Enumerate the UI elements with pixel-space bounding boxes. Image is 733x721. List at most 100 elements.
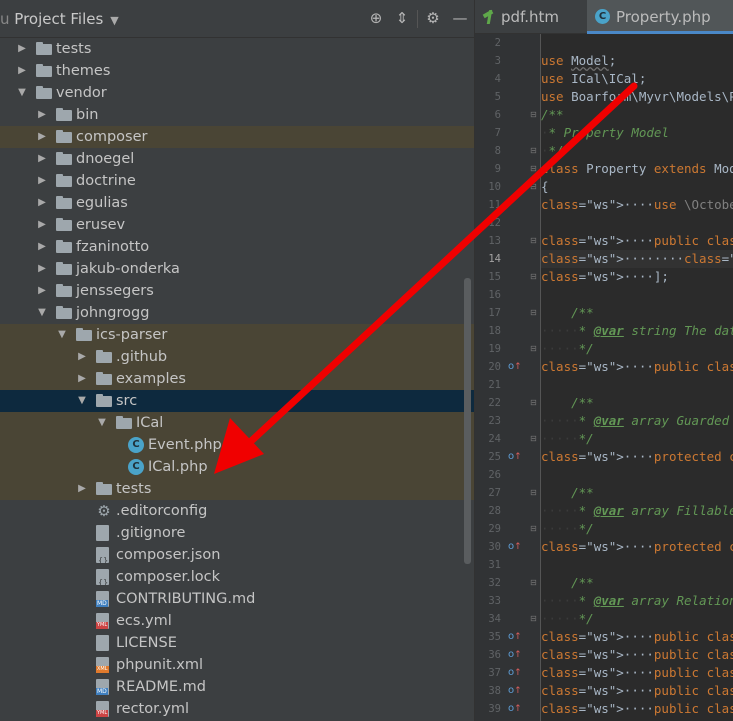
tree-item-ical[interactable]: ▼ ICal: [0, 412, 474, 434]
fold-marker-icon[interactable]: ⊟: [530, 574, 537, 592]
tree-item-examples[interactable]: ▶ examples: [0, 368, 474, 390]
project-view-selector[interactable]: u Project Files ▼: [0, 10, 119, 28]
overrides-icon[interactable]: o↑: [508, 700, 522, 718]
code-line[interactable]: class="ws">········class="str">'link_ica…: [541, 250, 733, 268]
collapsed-arrow-icon[interactable]: ▶: [76, 478, 88, 500]
tree-item-editorconfig[interactable]: ⚙ .editorconfig: [0, 500, 474, 522]
fold-marker-icon[interactable]: ⊟: [530, 304, 537, 322]
code-line[interactable]: class="ws">····public class="var">$belon…: [541, 664, 733, 682]
tree-item-egulias[interactable]: ▶ egulias: [0, 192, 474, 214]
tree-item-event-php[interactable]: C Event.php: [0, 434, 474, 456]
tree-item-jenssegers[interactable]: ▶ jenssegers: [0, 280, 474, 302]
fold-marker-icon[interactable]: ⊟: [530, 142, 537, 160]
expanded-arrow-icon[interactable]: ▼: [96, 412, 108, 434]
overrides-icon[interactable]: o↑: [508, 538, 522, 556]
code-line[interactable]: use Model;: [541, 52, 733, 70]
tree-item-rector-yml[interactable]: rector.yml: [0, 698, 474, 720]
tree-item-gitignore[interactable]: .gitignore: [0, 522, 474, 544]
tree-item-themes[interactable]: ▶ themes: [0, 60, 474, 82]
locate-target-icon[interactable]: ⊕: [366, 8, 386, 28]
tree-item-vendor[interactable]: ▼ vendor: [0, 82, 474, 104]
code-line[interactable]: class="ws">····public class="var">$rules…: [541, 232, 733, 250]
tree-item-contributing-md[interactable]: CONTRIBUTING.md: [0, 588, 474, 610]
code-line[interactable]: class="ws">····public class="var">$hasOn…: [541, 628, 733, 646]
tree-item-tests[interactable]: ▶ tests: [0, 38, 474, 60]
code-line[interactable]: class="ws">····public class="var">$belon…: [541, 682, 733, 700]
tree-item-fzaninotto[interactable]: ▶ fzaninotto: [0, 236, 474, 258]
code-line[interactable]: ·····* @var array Guarded fi: [541, 412, 733, 430]
collapsed-arrow-icon[interactable]: ▶: [36, 126, 48, 148]
code-line[interactable]: ·····* @var array Fillable: [541, 502, 733, 520]
collapsed-arrow-icon[interactable]: ▶: [36, 170, 48, 192]
code-line[interactable]: {: [541, 178, 733, 196]
code-line[interactable]: class="ws">····use \October\Rain\Databa: [541, 196, 733, 214]
tree-item-src[interactable]: ▼ src: [0, 390, 474, 412]
code-line[interactable]: class="ws">····protected class="var">$gu…: [541, 448, 733, 466]
overrides-icon[interactable]: o↑: [508, 448, 522, 466]
code-line[interactable]: /**: [541, 394, 733, 412]
overrides-icon[interactable]: o↑: [508, 646, 522, 664]
collapsed-arrow-icon[interactable]: ▶: [76, 346, 88, 368]
collapsed-arrow-icon[interactable]: ▶: [36, 148, 48, 170]
tree-item-erusev[interactable]: ▶ erusev: [0, 214, 474, 236]
tree-item-phpunit-xml[interactable]: phpunit.xml: [0, 654, 474, 676]
code-line[interactable]: ·* Property Model: [541, 124, 733, 142]
code-line[interactable]: [541, 214, 733, 232]
overrides-icon[interactable]: o↑: [508, 682, 522, 700]
collapsed-arrow-icon[interactable]: ▶: [36, 280, 48, 302]
tree-item-ical-php[interactable]: C ICal.php: [0, 456, 474, 478]
collapsed-arrow-icon[interactable]: ▶: [36, 192, 48, 214]
tree-item-github[interactable]: ▶ .github: [0, 346, 474, 368]
code-line[interactable]: class="ws">····public class="var">$table…: [541, 358, 733, 376]
fold-marker-icon[interactable]: ⊟: [530, 160, 537, 178]
code-line[interactable]: class="ws">····public class="var">$morph…: [541, 700, 733, 718]
tree-item-composer[interactable]: ▶ composer: [0, 126, 474, 148]
code-line[interactable]: [541, 286, 733, 304]
code-line[interactable]: ·····* @var array Relations: [541, 592, 733, 610]
gear-icon[interactable]: ⚙: [423, 8, 443, 28]
tree-item-ecs-yml[interactable]: ecs.yml: [0, 610, 474, 632]
code-line[interactable]: [541, 466, 733, 484]
code-line[interactable]: class Property extends Model: [541, 160, 733, 178]
code-line[interactable]: class="ws">····public class="var">$hasMa…: [541, 646, 733, 664]
overrides-icon[interactable]: o↑: [508, 358, 522, 376]
fold-marker-icon[interactable]: ⊟: [530, 520, 537, 538]
code-editor[interactable]: use Model; use ICal\ICal; use Boarform\Myv…: [541, 34, 733, 721]
fold-marker-icon[interactable]: ⊟: [530, 484, 537, 502]
tree-item-license[interactable]: LICENSE: [0, 632, 474, 654]
code-line[interactable]: ·····*/: [541, 610, 733, 628]
overrides-icon[interactable]: o↑: [508, 628, 522, 646]
tree-item-doctrine[interactable]: ▶ doctrine: [0, 170, 474, 192]
minimize-icon[interactable]: —: [450, 8, 470, 28]
overrides-icon[interactable]: o↑: [508, 664, 522, 682]
code-line[interactable]: [541, 34, 733, 52]
fold-marker-icon[interactable]: ⊟: [530, 430, 537, 448]
line-number-gutter[interactable]: 2 3 4 5 6 ⊟ 7 8 ⊟ 9 ⊟ 10 ⊟ 11 12 13 ⊟ 14 15 ⊟ 16 17 ⊟ 18 19 ⊟ 20 o↑…: [475, 34, 541, 721]
tree-item-dnoegel[interactable]: ▶ dnoegel: [0, 148, 474, 170]
expanded-arrow-icon[interactable]: ▼: [56, 324, 68, 346]
tree-item-johngrogg[interactable]: ▼ johngrogg: [0, 302, 474, 324]
tab-pdf-htm[interactable]: pdf.htm: [483, 0, 587, 34]
code-line[interactable]: use ICal\ICal;: [541, 70, 733, 88]
fold-marker-icon[interactable]: ⊟: [530, 394, 537, 412]
tree-item-composer-lock[interactable]: composer.lock: [0, 566, 474, 594]
fold-marker-icon[interactable]: ⊟: [530, 610, 537, 628]
fold-marker-icon[interactable]: ⊟: [530, 106, 537, 124]
code-line[interactable]: /**: [541, 304, 733, 322]
fold-marker-icon[interactable]: ⊟: [530, 268, 537, 286]
tree-item-jakub-onderka[interactable]: ▶ jakub-onderka: [0, 258, 474, 280]
expanded-arrow-icon[interactable]: ▼: [76, 390, 88, 412]
code-line[interactable]: class="ws">····];: [541, 268, 733, 286]
expanded-arrow-icon[interactable]: ▼: [16, 82, 28, 104]
collapsed-arrow-icon[interactable]: ▶: [76, 368, 88, 390]
collapsed-arrow-icon[interactable]: ▶: [36, 214, 48, 236]
collapsed-arrow-icon[interactable]: ▶: [36, 258, 48, 280]
code-line[interactable]: ·····*/: [541, 520, 733, 538]
tree-item-bin[interactable]: ▶ bin: [0, 104, 474, 126]
collapsed-arrow-icon[interactable]: ▶: [36, 236, 48, 258]
tab-property-php[interactable]: C Property.php: [587, 0, 733, 34]
code-line[interactable]: ·····*/: [541, 340, 733, 358]
collapse-all-icon[interactable]: ⇕: [392, 8, 412, 28]
fold-marker-icon[interactable]: ⊟: [530, 232, 537, 250]
code-line[interactable]: /**: [541, 106, 733, 124]
